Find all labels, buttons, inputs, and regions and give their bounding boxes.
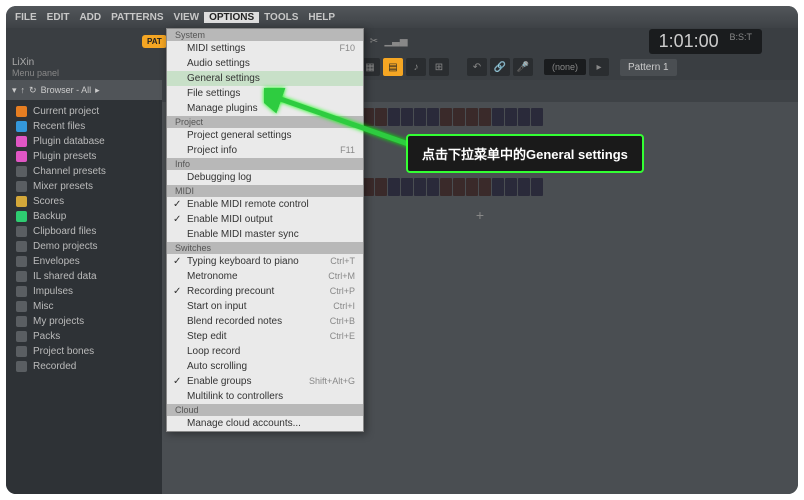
snap-selector[interactable]: (none): [544, 59, 586, 75]
step[interactable]: [440, 108, 452, 126]
step[interactable]: [440, 178, 452, 196]
browser-item[interactable]: Current project: [6, 104, 162, 119]
collapse-icon[interactable]: ▾: [12, 85, 17, 96]
browser-item[interactable]: Impulses: [6, 284, 162, 299]
menu-options[interactable]: OPTIONS: [204, 12, 259, 23]
browser-item[interactable]: Channel presets: [6, 164, 162, 179]
step[interactable]: [453, 108, 465, 126]
dropdown-item[interactable]: Step editCtrl+E: [167, 329, 363, 344]
scissors-icon[interactable]: ✂: [365, 34, 383, 48]
time-display[interactable]: 1:01:00 B:S:T: [649, 29, 762, 54]
browser-item[interactable]: Plugin database: [6, 134, 162, 149]
step[interactable]: [414, 178, 426, 196]
menu-add[interactable]: ADD: [74, 12, 106, 23]
browser-item[interactable]: Packs: [6, 329, 162, 344]
browser-item[interactable]: My projects: [6, 314, 162, 329]
undo-icon[interactable]: ↶: [467, 58, 487, 76]
dropdown-section: System: [167, 29, 363, 41]
browser-item[interactable]: Misc: [6, 299, 162, 314]
menu-tools[interactable]: TOOLS: [259, 12, 303, 23]
dropdown-item[interactable]: ✓Recording precountCtrl+P: [167, 284, 363, 299]
dropdown-item[interactable]: Audio settings: [167, 56, 363, 71]
browser-item[interactable]: Recent files: [6, 119, 162, 134]
browser-item[interactable]: Project bones: [6, 344, 162, 359]
dropdown-item[interactable]: Multilink to controllers: [167, 389, 363, 404]
chart-icon: ▁▃▅: [387, 34, 405, 48]
mic-icon[interactable]: 🎤: [513, 58, 533, 76]
view-piano-icon[interactable]: ♪: [406, 58, 426, 76]
dropdown-item[interactable]: MIDI settingsF10: [167, 41, 363, 56]
dropdown-item[interactable]: ✓Enable MIDI output: [167, 212, 363, 227]
dropdown-item[interactable]: Loop record: [167, 344, 363, 359]
view-mixer-icon[interactable]: ⊞: [429, 58, 449, 76]
browser-item[interactable]: Plugin presets: [6, 149, 162, 164]
step[interactable]: [427, 108, 439, 126]
dropdown-item[interactable]: General settings: [167, 71, 363, 86]
dropdown-item[interactable]: Manage cloud accounts...: [167, 416, 363, 431]
second-toolbar: LiXin Menu panel ▦ ▤ ♪ ⊞ ↶ 🔗 🎤 (none) ▸ …: [6, 54, 798, 80]
step[interactable]: [531, 108, 543, 126]
browser-item[interactable]: Clipboard files: [6, 224, 162, 239]
step[interactable]: [518, 178, 530, 196]
step[interactable]: [427, 178, 439, 196]
menu-help[interactable]: HELP: [303, 12, 340, 23]
step[interactable]: [492, 108, 504, 126]
menu-file[interactable]: FILE: [10, 12, 42, 23]
menu-edit[interactable]: EDIT: [42, 12, 75, 23]
menu-view[interactable]: VIEW: [169, 12, 205, 23]
pat-song-toggle[interactable]: PAT: [142, 35, 167, 48]
browser-header[interactable]: ▾ ↑ ↻ Browser - All ▸: [6, 80, 162, 100]
dropdown-item[interactable]: ✓Enable MIDI remote control: [167, 197, 363, 212]
dropdown-item[interactable]: Enable MIDI master sync: [167, 227, 363, 242]
annotation-arrow: [264, 88, 424, 163]
step[interactable]: [466, 108, 478, 126]
dropdown-item[interactable]: Auto scrolling: [167, 359, 363, 374]
project-name: LiXin: [12, 57, 156, 68]
browser-item[interactable]: Demo projects: [6, 239, 162, 254]
browser-item[interactable]: Backup: [6, 209, 162, 224]
pattern-selector[interactable]: Pattern 1: [620, 59, 677, 76]
step[interactable]: [453, 178, 465, 196]
dropdown-section: Switches: [167, 242, 363, 254]
panel-label: Menu panel: [12, 68, 156, 78]
browser-item[interactable]: Recorded: [6, 359, 162, 374]
annotation-tooltip: 点击下拉菜单中的General settings: [406, 134, 644, 173]
dropdown-section: Cloud: [167, 404, 363, 416]
step[interactable]: [518, 108, 530, 126]
dropdown-item[interactable]: ✓Typing keyboard to pianoCtrl+T: [167, 254, 363, 269]
step[interactable]: [466, 178, 478, 196]
dropdown-section: MIDI: [167, 185, 363, 197]
step[interactable]: [479, 108, 491, 126]
back-icon[interactable]: ↑: [21, 85, 26, 95]
step[interactable]: [505, 108, 517, 126]
transport-toolbar: PAT ▶ ■ ● 130.000 ⊓⊓ ∿ 3.2x ✂ ▁▃▅ 1:01:0…: [6, 28, 798, 54]
refresh-icon[interactable]: ↻: [29, 85, 37, 96]
browser-item[interactable]: Mixer presets: [6, 179, 162, 194]
dropdown-item[interactable]: MetronomeCtrl+M: [167, 269, 363, 284]
browser-item[interactable]: IL shared data: [6, 269, 162, 284]
view-channelrack-icon[interactable]: ▤: [383, 58, 403, 76]
prev-pattern-icon[interactable]: ▸: [589, 58, 609, 76]
step[interactable]: [505, 178, 517, 196]
dropdown-item[interactable]: ✓Enable groupsShift+Alt+G: [167, 374, 363, 389]
step[interactable]: [375, 178, 387, 196]
menu-patterns[interactable]: PATTERNS: [106, 12, 168, 23]
menubar: FILEEDITADDPATTERNSVIEWOPTIONSTOOLSHELP: [6, 6, 798, 28]
step[interactable]: [401, 178, 413, 196]
chevron-right-icon[interactable]: ▸: [95, 85, 100, 96]
browser-item[interactable]: Scores: [6, 194, 162, 209]
dropdown-item[interactable]: Start on inputCtrl+I: [167, 299, 363, 314]
browser-sidebar: ▾ ↑ ↻ Browser - All ▸ Current projectRec…: [6, 80, 162, 494]
link-icon[interactable]: 🔗: [490, 58, 510, 76]
dropdown-item[interactable]: Blend recorded notesCtrl+B: [167, 314, 363, 329]
step[interactable]: [531, 178, 543, 196]
step[interactable]: [479, 178, 491, 196]
step[interactable]: [492, 178, 504, 196]
browser-item[interactable]: Envelopes: [6, 254, 162, 269]
dropdown-item[interactable]: Debugging log: [167, 170, 363, 185]
step[interactable]: [388, 178, 400, 196]
